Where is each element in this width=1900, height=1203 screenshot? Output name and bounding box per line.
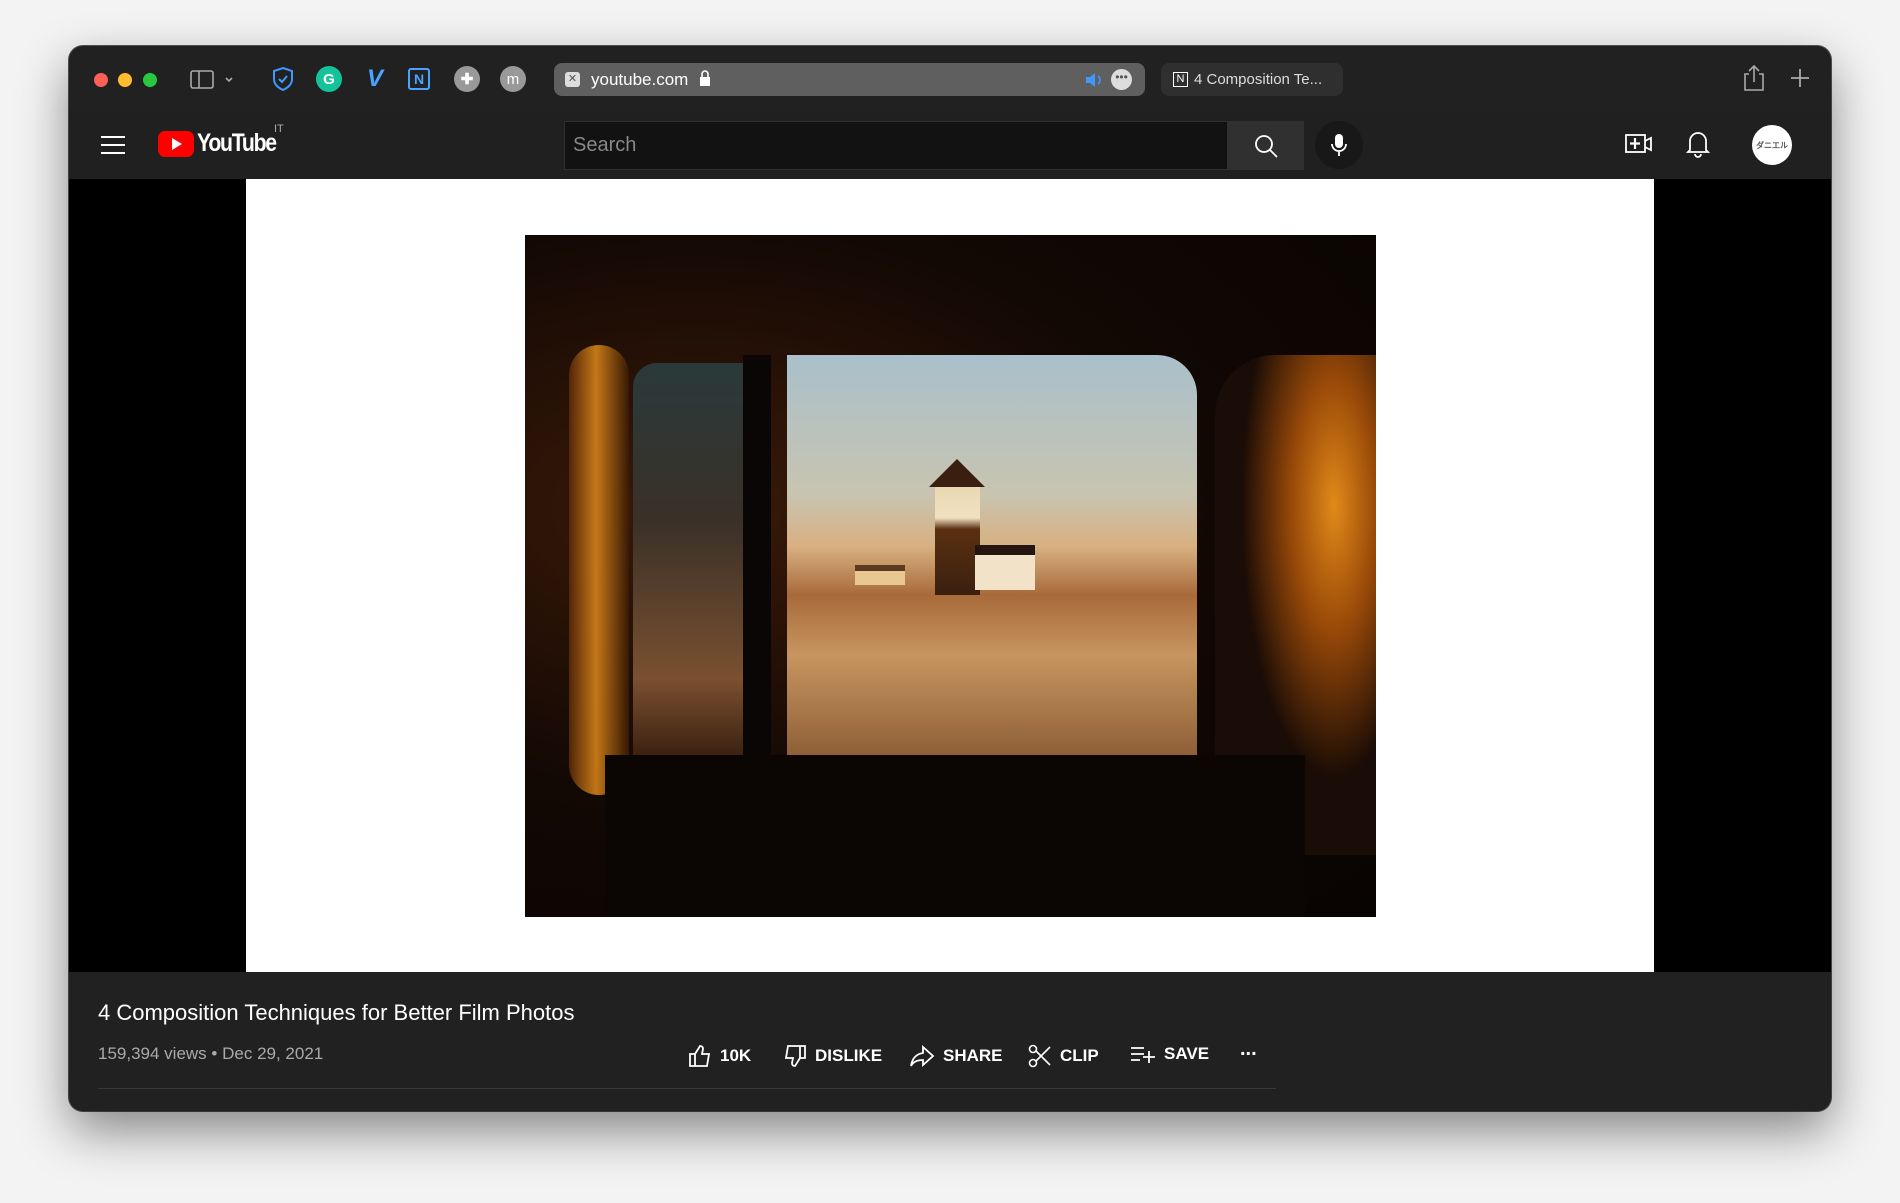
audio-playing-icon[interactable] — [1085, 72, 1103, 88]
notifications-bell-icon[interactable] — [1686, 130, 1710, 158]
close-window-button[interactable] — [94, 73, 108, 87]
plus-extension-icon[interactable]: ✚ — [454, 66, 480, 92]
sidebar-toggle-icon[interactable] — [190, 70, 236, 90]
save-button[interactable]: SAVE — [1130, 1044, 1209, 1064]
video-player[interactable] — [69, 179, 1831, 972]
tab-title: 4 Composition Te... — [1194, 71, 1323, 88]
video-title: 4 Composition Techniques for Better Film… — [98, 1000, 575, 1025]
voice-search-button[interactable] — [1315, 121, 1363, 169]
youtube-play-logo-icon — [158, 130, 194, 157]
video-thumbnail-image — [525, 235, 1376, 917]
search-button[interactable] — [1227, 121, 1304, 170]
youtube-header: YouTube IT Search ダニエル — [69, 112, 1831, 179]
site-favicon-icon: ✕ — [565, 72, 580, 87]
v-extension-icon[interactable]: V — [362, 65, 388, 92]
scissors-icon — [1028, 1044, 1051, 1068]
avatar[interactable]: ダニエル — [1752, 125, 1792, 165]
share-button[interactable]: SHARE — [909, 1044, 1003, 1068]
notion-extension-icon[interactable]: N — [408, 68, 430, 90]
browser-tab[interactable]: N 4 Composition Te... — [1161, 63, 1343, 96]
add-to-playlist-icon — [1131, 1047, 1155, 1063]
m-extension-icon[interactable]: m — [500, 66, 526, 92]
shield-extension-icon[interactable] — [270, 66, 296, 92]
divider — [98, 1088, 1276, 1089]
like-button[interactable]: 10K — [688, 1044, 751, 1068]
thumbs-down-icon — [784, 1045, 806, 1067]
search-icon — [1254, 134, 1278, 158]
grammarly-extension-icon[interactable]: G — [316, 66, 342, 92]
thumbs-up-icon — [689, 1045, 711, 1067]
youtube-logo[interactable]: YouTube IT — [158, 123, 290, 158]
share-arrow-icon — [910, 1044, 935, 1068]
browser-window: G V N ✚ m ✕ youtube.com ••• N 4 Composit… — [69, 46, 1831, 1111]
minimize-window-button[interactable] — [118, 73, 132, 87]
maximize-window-button[interactable] — [143, 73, 157, 87]
url-text: youtube.com — [591, 70, 689, 89]
dislike-button[interactable]: DISLIKE — [783, 1044, 882, 1068]
new-tab-icon[interactable] — [1790, 68, 1810, 88]
clip-button[interactable]: CLIP — [1028, 1044, 1099, 1068]
lock-icon — [700, 70, 710, 86]
more-actions-button[interactable]: ... — [1240, 1038, 1257, 1061]
more-options-icon[interactable]: ••• — [1111, 69, 1132, 90]
create-video-icon[interactable] — [1625, 133, 1653, 155]
more-icon: ... — [1240, 1038, 1257, 1060]
video-frame — [246, 179, 1654, 972]
region-code: IT — [274, 123, 284, 135]
menu-icon[interactable] — [101, 135, 125, 155]
address-bar[interactable]: ✕ youtube.com ••• — [554, 63, 1145, 96]
notion-favicon-icon: N — [1173, 72, 1188, 87]
video-meta: 159,394 views • Dec 29, 2021 — [98, 1044, 324, 1063]
search-input[interactable]: Search — [564, 121, 1228, 170]
share-page-icon[interactable] — [1743, 64, 1765, 92]
microphone-icon — [1331, 134, 1347, 156]
